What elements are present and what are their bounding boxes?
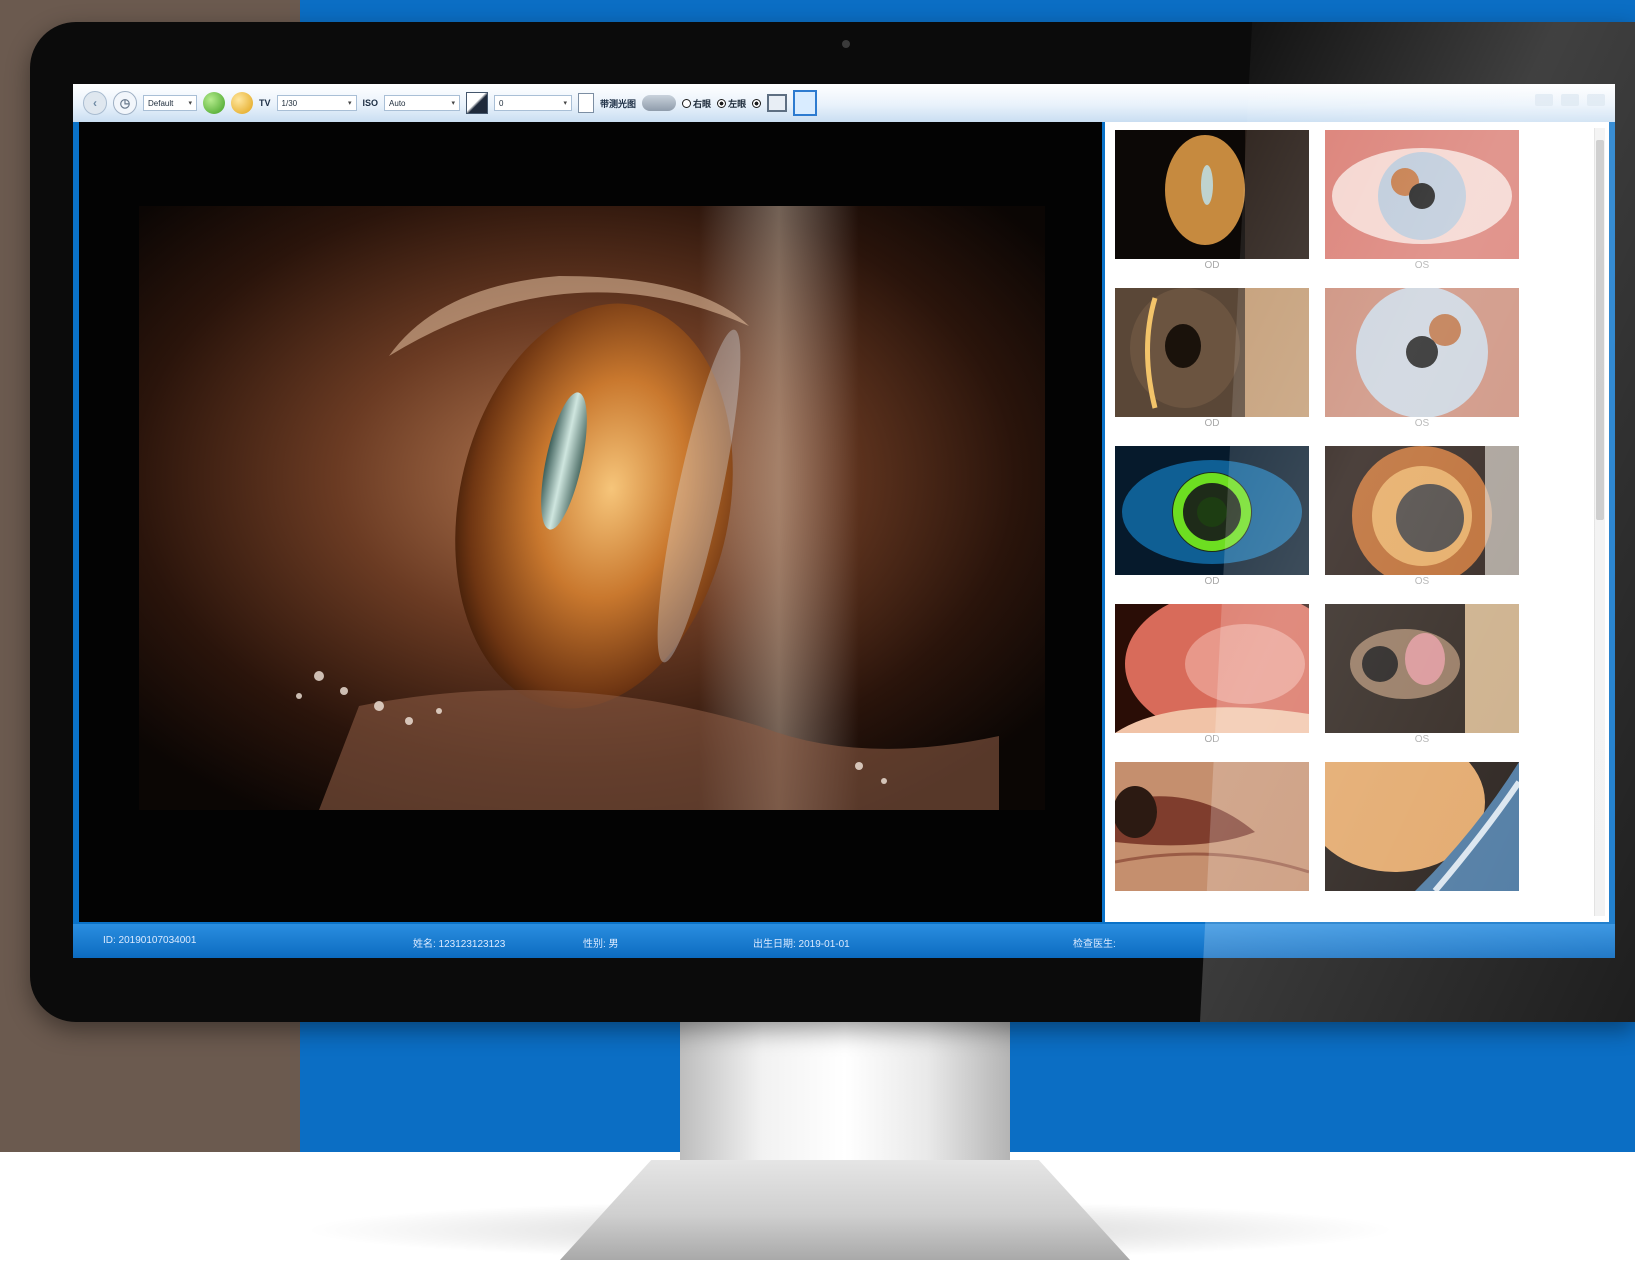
thumbnail-image xyxy=(1115,446,1309,575)
webcam-dot xyxy=(842,40,850,48)
window-controls xyxy=(1535,94,1605,106)
thumbnail-caption: OD xyxy=(1204,576,1220,587)
thumbnail-item[interactable] xyxy=(1325,762,1519,905)
iso-select-value: Auto xyxy=(389,98,406,108)
thumbnail-panel: OD OS OD OS OD OS OD OS xyxy=(1105,122,1609,922)
patient-status-bar: ID: 20190107034001 姓名: 123123123123 性别: … xyxy=(73,924,1615,958)
radio-selected-icon xyxy=(717,98,727,108)
monitor-stand-neck xyxy=(680,1020,1010,1180)
patient-name: 姓名: 123123123123 xyxy=(413,939,506,950)
profile-select[interactable]: Default ▾ xyxy=(143,95,197,111)
thumbnail-item[interactable]: OS xyxy=(1325,446,1519,589)
tv-select[interactable]: 1/30 ▾ xyxy=(276,95,357,111)
app-window: ‹ ◷ Default ▾ TV 1/30 ▾ ISO Auto ▾ 0 ▾ 带… xyxy=(73,84,1615,958)
exposure-select-value: 0 xyxy=(499,98,504,108)
thumbnail-item[interactable]: OS xyxy=(1325,288,1519,431)
split-pane-icon[interactable] xyxy=(793,90,818,116)
thumbnail-caption xyxy=(1115,891,1309,905)
chevron-down-icon: ▾ xyxy=(451,100,456,107)
thumbnail-item[interactable]: OS xyxy=(1325,130,1519,273)
thumbnail-caption: OS xyxy=(1414,576,1430,587)
patient-birth-date: 出生日期: 2019-01-01 xyxy=(753,939,850,950)
thumbnail-image xyxy=(1325,446,1519,575)
chevron-down-icon: ▾ xyxy=(188,100,192,107)
both-eyes-radio[interactable] xyxy=(752,98,762,108)
thumbnail-image xyxy=(1115,288,1309,417)
patient-gender: 性别: 男 xyxy=(583,939,619,950)
thumbnail-item[interactable]: OS xyxy=(1325,604,1519,747)
left-eye-label: 左眼 xyxy=(728,98,747,109)
chevron-down-icon: ▾ xyxy=(563,100,568,107)
thumbnail-image xyxy=(1115,762,1309,891)
right-eye-label: 右眼 xyxy=(693,98,712,109)
capture-green-icon[interactable] xyxy=(203,92,225,114)
thumbnail-scrollbar[interactable] xyxy=(1594,128,1605,916)
examining-doctor: 检查医生: xyxy=(1073,939,1116,950)
tv-select-value: 1/30 xyxy=(281,98,298,108)
thumbnail-caption: OS xyxy=(1414,734,1430,745)
thumbnail-image xyxy=(1325,604,1519,733)
exposure-select[interactable]: 0 ▾ xyxy=(494,95,573,111)
thumbnail-caption: OS xyxy=(1414,418,1430,429)
thumbnail-image xyxy=(1325,762,1519,891)
thumbnail-image xyxy=(1325,288,1519,417)
exposure-icon[interactable] xyxy=(466,92,489,114)
slit-lamp-eye-image xyxy=(139,206,1045,810)
main-image-view[interactable] xyxy=(79,122,1102,922)
close-icon[interactable] xyxy=(1587,94,1605,106)
thumbnail-caption xyxy=(1325,891,1519,905)
scrollbar-thumb[interactable] xyxy=(1596,140,1604,520)
left-eye-radio[interactable]: 左眼 xyxy=(717,97,746,110)
chevron-down-icon: ▾ xyxy=(348,100,352,107)
thumbnail-image xyxy=(1115,130,1309,259)
radio-icon xyxy=(682,98,692,108)
monitor-icon[interactable] xyxy=(767,94,788,112)
capture-yellow-icon[interactable] xyxy=(231,92,253,114)
thumbnail-caption: OD xyxy=(1204,418,1220,429)
toolbar: ‹ ◷ Default ▾ TV 1/30 ▾ ISO Auto ▾ 0 ▾ 带… xyxy=(73,84,1615,122)
thumbnail-item[interactable]: OD xyxy=(1115,446,1309,589)
profile-select-value: Default xyxy=(148,98,174,108)
page-icon[interactable] xyxy=(578,93,595,113)
thumbnail-item[interactable]: OD xyxy=(1115,130,1309,273)
thumbnail-caption: OS xyxy=(1414,260,1430,271)
iso-select[interactable]: Auto ▾ xyxy=(384,95,461,111)
thumbnail-image xyxy=(1325,130,1519,259)
monitor-stand-base xyxy=(560,1160,1130,1260)
thumbnail-caption: OD xyxy=(1204,260,1220,271)
capture-mode-label: 带测光图 xyxy=(600,98,637,109)
thumbnail-item[interactable]: OD xyxy=(1115,288,1309,431)
patient-id: ID: 20190107034001 xyxy=(103,935,197,946)
iso-label: ISO xyxy=(362,98,379,108)
thumbnail-item[interactable]: OD xyxy=(1115,604,1309,747)
thumbnail-item[interactable] xyxy=(1115,762,1309,905)
radio-selected-icon xyxy=(752,98,762,108)
toggle-icon[interactable] xyxy=(642,95,677,111)
right-eye-radio[interactable]: 右眼 xyxy=(682,97,711,110)
back-icon[interactable]: ‹ xyxy=(83,91,107,115)
tv-label: TV xyxy=(259,98,271,108)
thumbnail-caption: OD xyxy=(1204,734,1220,745)
thumbnail-image xyxy=(1115,604,1309,733)
profile-icon[interactable]: ◷ xyxy=(113,91,137,115)
maximize-icon[interactable] xyxy=(1561,94,1579,106)
minimize-icon[interactable] xyxy=(1535,94,1553,106)
